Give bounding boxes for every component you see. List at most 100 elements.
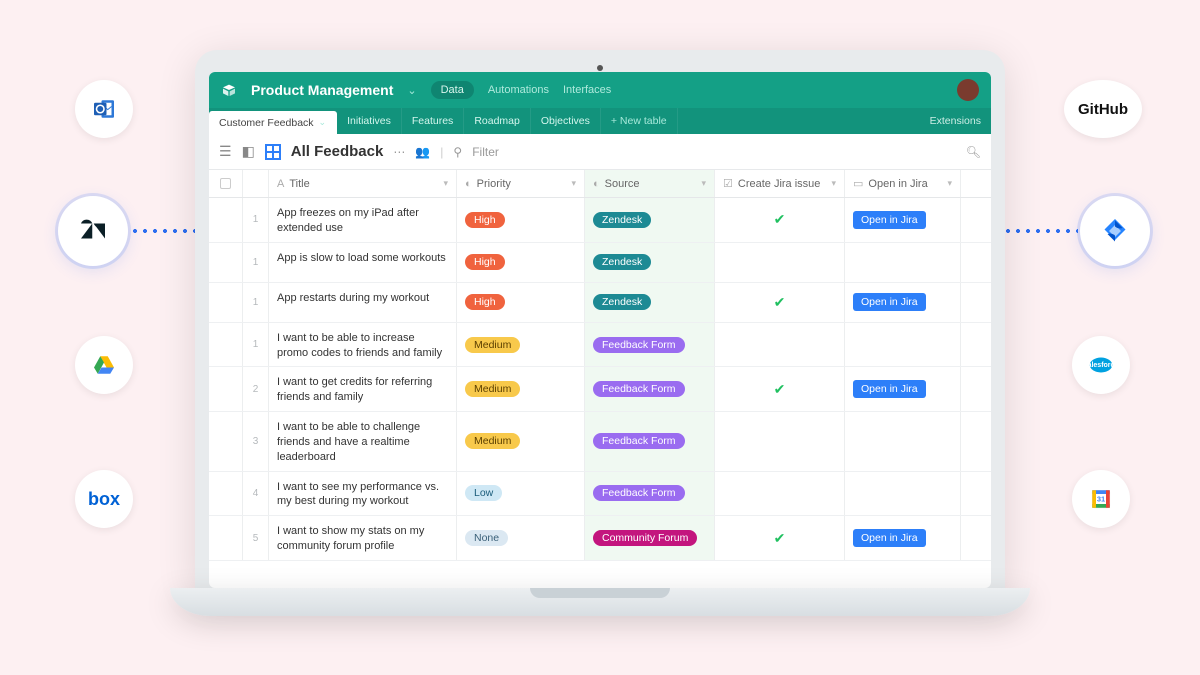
cell-title[interactable]: I want to show my stats on my community … [269,516,457,560]
header-create-jira[interactable]: ☑Create Jira issue▾ [715,170,845,197]
cell-create-jira[interactable]: ✔ [715,198,845,242]
cell-source[interactable]: Feedback Form [585,472,715,516]
integration-box[interactable]: box [75,470,133,528]
row-checkbox[interactable] [209,243,243,282]
filter-label[interactable]: Filter [472,145,499,159]
table-row[interactable]: 5 I want to show my stats on my communit… [209,516,991,561]
open-in-jira-button[interactable]: Open in Jira [853,529,926,547]
row-checkbox[interactable] [209,367,243,411]
row-checkbox[interactable] [209,516,243,560]
tab-customer-feedback[interactable]: Customer Feedback ⌄ [209,111,337,134]
share-icon[interactable]: 👥 [415,145,430,159]
header-source[interactable]: ◐Source▾ [585,170,715,197]
cell-source[interactable]: Feedback Form [585,323,715,367]
integration-googledrive[interactable] [75,336,133,394]
header-open-jira[interactable]: ▭Open in Jira▾ [845,170,961,197]
cell-priority[interactable]: Medium [457,323,585,367]
cell-open-jira[interactable] [845,243,961,282]
cell-priority[interactable]: High [457,283,585,322]
table-row[interactable]: 3 I want to be able to challenge friends… [209,412,991,472]
cell-title[interactable]: I want to be able to increase promo code… [269,323,457,367]
cell-create-jira[interactable] [715,243,845,282]
cell-title[interactable]: I want to be able to challenge friends a… [269,412,457,471]
cell-source[interactable]: Zendesk [585,243,715,282]
cell-priority[interactable]: Low [457,472,585,516]
cell-open-jira[interactable] [845,472,961,516]
cell-source[interactable]: Feedback Form [585,412,715,471]
cell-title[interactable]: App restarts during my workout [269,283,457,322]
nav-automations[interactable]: Automations [488,84,549,96]
cell-source[interactable]: Feedback Form [585,367,715,411]
cell-create-jira[interactable]: ✔ [715,367,845,411]
header-checkbox[interactable] [209,170,243,197]
cell-create-jira[interactable]: ✔ [715,516,845,560]
extensions-link[interactable]: Extensions [920,108,991,134]
cell-title[interactable]: App freezes on my iPad after extended us… [269,198,457,242]
table-row[interactable]: 2 I want to get credits for referring fr… [209,367,991,412]
cell-source[interactable]: Zendesk [585,198,715,242]
cell-priority[interactable]: Medium [457,412,585,471]
user-avatar[interactable] [957,79,979,101]
table-row[interactable]: 1 App restarts during my workout High Ze… [209,283,991,323]
cell-priority[interactable]: High [457,243,585,282]
cell-open-jira[interactable]: Open in Jira [845,198,961,242]
tab-initiatives[interactable]: Initiatives [337,108,402,134]
row-checkbox[interactable] [209,283,243,322]
workspace-title[interactable]: Product Management [251,82,393,98]
chevron-down-icon[interactable]: ▾ [571,178,576,189]
cell-priority[interactable]: High [457,198,585,242]
row-checkbox[interactable] [209,412,243,471]
cell-source[interactable]: Zendesk [585,283,715,322]
cell-priority[interactable]: None [457,516,585,560]
chevron-down-icon[interactable]: ⌄ [319,117,327,128]
cell-open-jira[interactable] [845,412,961,471]
table-row[interactable]: 1 I want to be able to increase promo co… [209,323,991,368]
cell-title[interactable]: I want to get credits for referring frie… [269,367,457,411]
integration-github[interactable]: GitHub [1064,80,1142,138]
open-in-jira-button[interactable]: Open in Jira [853,293,926,311]
chevron-down-icon[interactable]: ▾ [831,178,836,189]
row-checkbox[interactable] [209,198,243,242]
nav-interfaces[interactable]: Interfaces [563,84,611,96]
cell-open-jira[interactable]: Open in Jira [845,283,961,322]
search-icon[interactable]: 🔍︎ [966,145,981,159]
cell-create-jira[interactable] [715,412,845,471]
tab-features[interactable]: Features [402,108,464,134]
cell-open-jira[interactable]: Open in Jira [845,367,961,411]
row-checkbox[interactable] [209,323,243,367]
chevron-down-icon[interactable]: ▾ [701,178,706,189]
open-in-jira-button[interactable]: Open in Jira [853,211,926,229]
cell-open-jira[interactable]: Open in Jira [845,516,961,560]
filter-icon[interactable]: ⚲ [453,145,462,159]
chevron-down-icon[interactable]: ▾ [443,178,448,189]
cell-create-jira[interactable] [715,472,845,516]
integration-zendesk[interactable] [58,196,128,266]
tab-roadmap[interactable]: Roadmap [464,108,531,134]
open-in-jira-button[interactable]: Open in Jira [853,380,926,398]
table-row[interactable]: 1 App freezes on my iPad after extended … [209,198,991,243]
cell-title[interactable]: I want to see my performance vs. my best… [269,472,457,516]
table-row[interactable]: 1 App is slow to load some workouts High… [209,243,991,283]
integration-outlook[interactable] [75,80,133,138]
header-title[interactable]: ATitle▾ [269,170,457,197]
cell-create-jira[interactable] [715,323,845,367]
sidebar-toggle-icon[interactable]: ◧ [242,143,255,160]
workspace-chevron-icon[interactable]: ⌄ [407,84,416,97]
cell-create-jira[interactable]: ✔ [715,283,845,322]
cell-title[interactable]: App is slow to load some workouts [269,243,457,282]
view-name[interactable]: All Feedback [291,143,384,160]
row-checkbox[interactable] [209,472,243,516]
integration-jira[interactable] [1080,196,1150,266]
tab-objectives[interactable]: Objectives [531,108,601,134]
cell-source[interactable]: Community Forum [585,516,715,560]
integration-salesforce[interactable]: salesforce [1072,336,1130,394]
nav-data[interactable]: Data [431,81,474,99]
view-more-icon[interactable]: ⋯ [393,145,405,159]
table-row[interactable]: 4 I want to see my performance vs. my be… [209,472,991,517]
integration-gcal[interactable]: 31 [1072,470,1130,528]
cell-priority[interactable]: Medium [457,367,585,411]
views-menu-icon[interactable]: ☰ [219,143,232,160]
header-priority[interactable]: ◐Priority▾ [457,170,585,197]
cell-open-jira[interactable] [845,323,961,367]
tab-new-table[interactable]: + New table [601,108,678,134]
